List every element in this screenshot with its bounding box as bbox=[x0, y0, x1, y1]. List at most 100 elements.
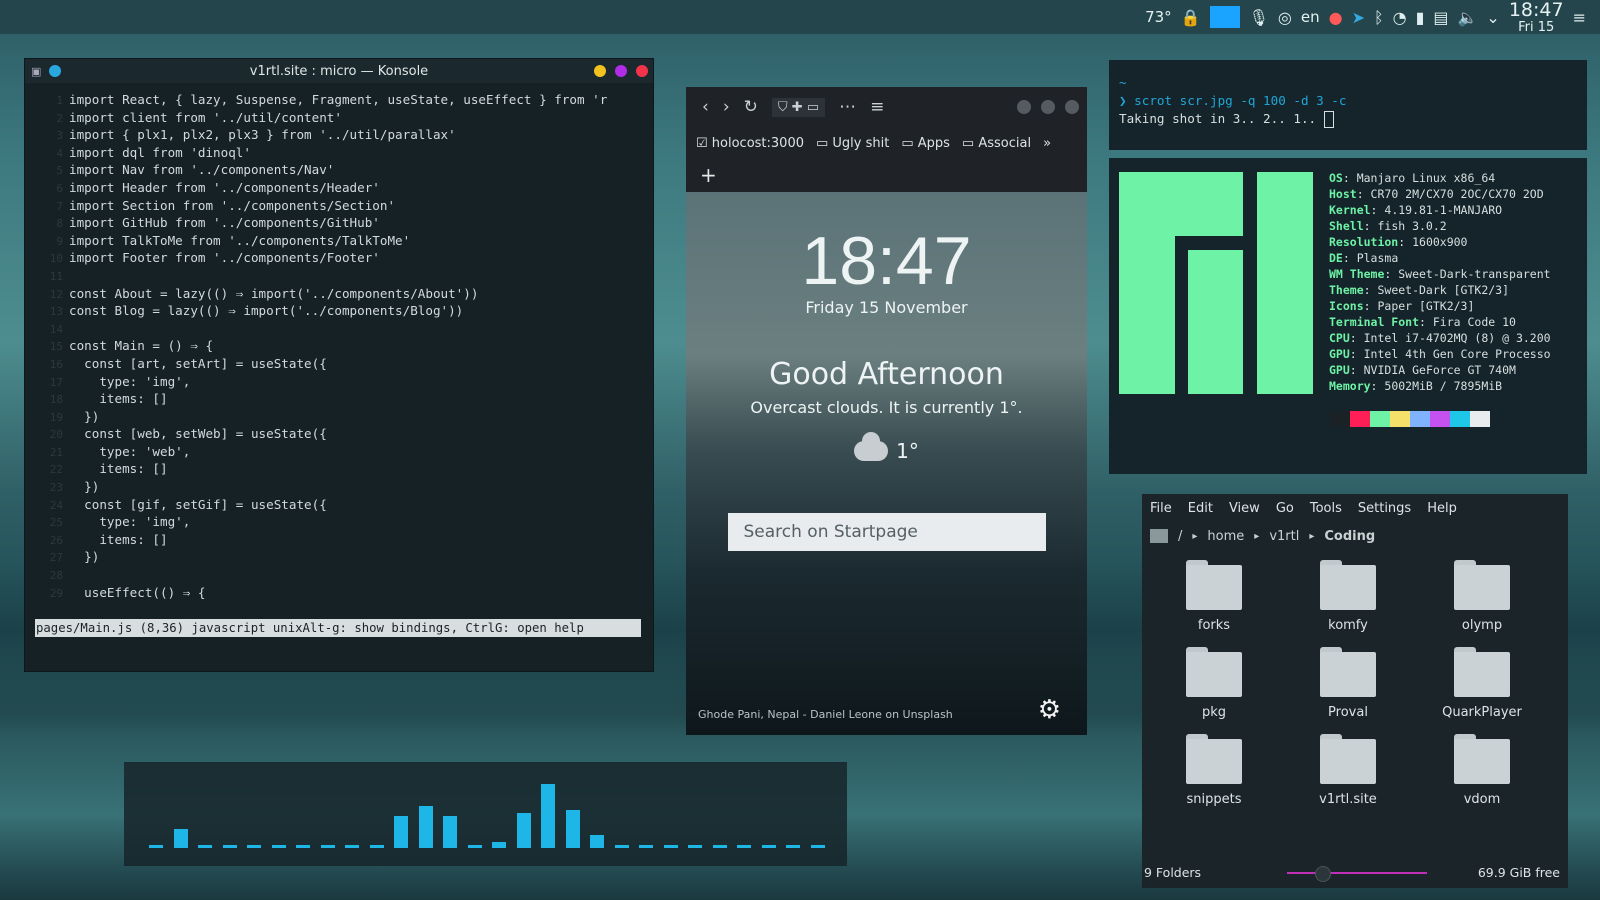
line-number: 13 bbox=[49, 305, 63, 319]
wifi-icon[interactable]: ◔ bbox=[1393, 8, 1407, 27]
color-swatch bbox=[1390, 411, 1410, 427]
breadcrumb-item[interactable]: Coding bbox=[1324, 529, 1375, 544]
code-editor[interactable]: 1 import React, { lazy, Suspense, Fragmen… bbox=[25, 83, 653, 601]
folder-icon bbox=[1320, 560, 1376, 610]
bookmark-item[interactable]: ☑ holocost:3000 bbox=[696, 136, 804, 151]
folder-item[interactable]: snippets bbox=[1147, 734, 1281, 807]
menu-item[interactable]: Edit bbox=[1188, 501, 1213, 516]
folder-item[interactable]: vdom bbox=[1415, 734, 1549, 807]
folder-item[interactable]: komfy bbox=[1281, 560, 1415, 633]
shield-icon[interactable]: ⛉ ✚ ▭ bbox=[771, 97, 826, 117]
home-folder-icon[interactable] bbox=[1150, 529, 1168, 543]
weather-description: Overcast clouds. It is currently 1°. bbox=[750, 398, 1023, 417]
code-line: 20 const [web, setWeb] = useState({ bbox=[35, 425, 653, 443]
photo-credit[interactable]: Ghode Pani, Nepal - Daniel Leone on Unsp… bbox=[698, 708, 953, 721]
info-value: : Plasma bbox=[1342, 251, 1399, 265]
info-key: CPU bbox=[1329, 331, 1350, 345]
menu-icon[interactable]: ≡ bbox=[870, 97, 884, 117]
reload-icon[interactable]: ↻ bbox=[744, 97, 758, 117]
color-swatch bbox=[1330, 411, 1350, 427]
line-number: 18 bbox=[49, 393, 63, 407]
terminal-window[interactable]: ~ ❯ scrot scr.jpg -q 100 -d 3 -c Taking … bbox=[1109, 60, 1587, 150]
breadcrumb-item[interactable]: v1rtl bbox=[1269, 529, 1299, 544]
clipboard-icon[interactable]: ▤ bbox=[1433, 8, 1448, 27]
folder-item[interactable]: pkg bbox=[1147, 647, 1281, 720]
code-text: import Header from '../components/Header… bbox=[69, 179, 380, 195]
visualizer-bar bbox=[590, 835, 604, 848]
visualizer-bar bbox=[492, 842, 506, 848]
breadcrumb-item[interactable]: home bbox=[1207, 529, 1244, 544]
search-input[interactable]: Search on Startpage bbox=[727, 513, 1046, 551]
chevron-down-icon[interactable]: ⌄ bbox=[1486, 8, 1499, 27]
bookmark-item[interactable]: ▭ Ugly shit bbox=[816, 136, 889, 151]
forward-icon[interactable]: › bbox=[723, 97, 730, 117]
bluetooth-icon[interactable]: ᛒ bbox=[1374, 8, 1384, 27]
lock-icon[interactable]: 🔒 bbox=[1181, 8, 1201, 27]
code-line: 8 import GitHub from '../components/GitHu… bbox=[35, 214, 653, 232]
code-line: 5 import Nav from '../components/Nav' bbox=[35, 161, 653, 179]
maximize-button[interactable] bbox=[1041, 100, 1055, 114]
folder-icon bbox=[1186, 734, 1242, 784]
menu-item[interactable]: File bbox=[1150, 501, 1172, 516]
menu-item[interactable]: Settings bbox=[1358, 501, 1411, 516]
volume-icon[interactable]: 🔈 bbox=[1458, 8, 1478, 27]
close-button[interactable] bbox=[636, 65, 648, 77]
notifications-icon[interactable]: ≡ bbox=[1573, 8, 1586, 27]
code-line: 19 }) bbox=[35, 408, 653, 426]
code-text: type: 'web', bbox=[69, 443, 191, 459]
code-line: 4 import dql from 'dinoql' bbox=[35, 144, 653, 162]
line-number: 28 bbox=[49, 569, 63, 583]
code-line: 27 }) bbox=[35, 548, 653, 566]
breadcrumb-item[interactable]: / bbox=[1178, 529, 1182, 544]
zoom-slider-knob[interactable] bbox=[1315, 866, 1331, 882]
free-space: 69.9 GiB free bbox=[1477, 865, 1560, 880]
menu-item[interactable]: View bbox=[1229, 501, 1260, 516]
maximize-button[interactable] bbox=[615, 65, 627, 77]
contacts-icon[interactable]: ◎ bbox=[1278, 8, 1292, 27]
folder-item[interactable]: v1rtl.site bbox=[1281, 734, 1415, 807]
code-text: import Nav from '../components/Nav' bbox=[69, 162, 335, 178]
neofetch-window[interactable]: OS: Manjaro Linux x86_64 Host: CR70 2M/CX… bbox=[1109, 158, 1587, 474]
color-swatch bbox=[1430, 411, 1450, 427]
battery-icon[interactable]: ▮ bbox=[1416, 8, 1425, 27]
blue-square-icon[interactable] bbox=[1209, 6, 1240, 28]
code-text: type: 'img', bbox=[69, 373, 191, 389]
clock-date: Fri 15 bbox=[1518, 19, 1555, 35]
keyboard-layout[interactable]: en bbox=[1301, 8, 1320, 26]
bookmark-item[interactable]: ▭ Associal bbox=[962, 136, 1031, 151]
folder-item[interactable]: olymp bbox=[1415, 560, 1549, 633]
bookmarks-overflow-icon[interactable]: » bbox=[1043, 136, 1051, 151]
folder-icon bbox=[1320, 734, 1376, 784]
visualizer-bar bbox=[712, 845, 727, 848]
gear-icon[interactable]: ⚙ bbox=[1038, 695, 1061, 725]
zoom-slider[interactable] bbox=[1287, 866, 1427, 882]
back-icon[interactable]: ‹ bbox=[702, 97, 709, 117]
bookmark-item[interactable]: ▭ Apps bbox=[901, 136, 950, 151]
ghost-icon[interactable]: ● bbox=[1329, 8, 1343, 27]
line-number: 7 bbox=[56, 199, 63, 213]
line-number: 24 bbox=[49, 498, 63, 512]
visualizer-bar bbox=[614, 845, 629, 848]
code-text: }) bbox=[69, 479, 100, 495]
color-swatch bbox=[1370, 411, 1390, 427]
menu-item[interactable]: Tools bbox=[1310, 501, 1342, 516]
visualizer-bar bbox=[394, 816, 408, 848]
menu-item[interactable]: Go bbox=[1276, 501, 1294, 516]
minimize-button[interactable] bbox=[594, 65, 606, 77]
clock[interactable]: 18:47 Fri 15 bbox=[1509, 0, 1564, 35]
code-text: type: 'img', bbox=[69, 514, 191, 530]
telegram-icon[interactable]: ➤ bbox=[1352, 8, 1365, 27]
folder-item[interactable]: QuarkPlayer bbox=[1415, 647, 1549, 720]
folder-item[interactable]: Proval bbox=[1281, 647, 1415, 720]
menu-item[interactable]: Help bbox=[1427, 501, 1457, 516]
folder-item[interactable]: forks bbox=[1147, 560, 1281, 633]
info-value: : Fira Code 10 bbox=[1419, 315, 1516, 329]
konsole-titlebar[interactable]: ▣ v1rtl.site : micro — Konsole bbox=[25, 59, 653, 83]
microphone-icon[interactable]: 🎙 bbox=[1249, 8, 1269, 27]
close-button[interactable] bbox=[1065, 100, 1079, 114]
more-icon[interactable]: ⋯ bbox=[839, 97, 856, 117]
code-line: 18 items: [] bbox=[35, 390, 653, 408]
new-tab-button[interactable]: + bbox=[686, 159, 1087, 191]
minimize-button[interactable] bbox=[1017, 100, 1031, 114]
visualizer-bar bbox=[541, 784, 555, 848]
